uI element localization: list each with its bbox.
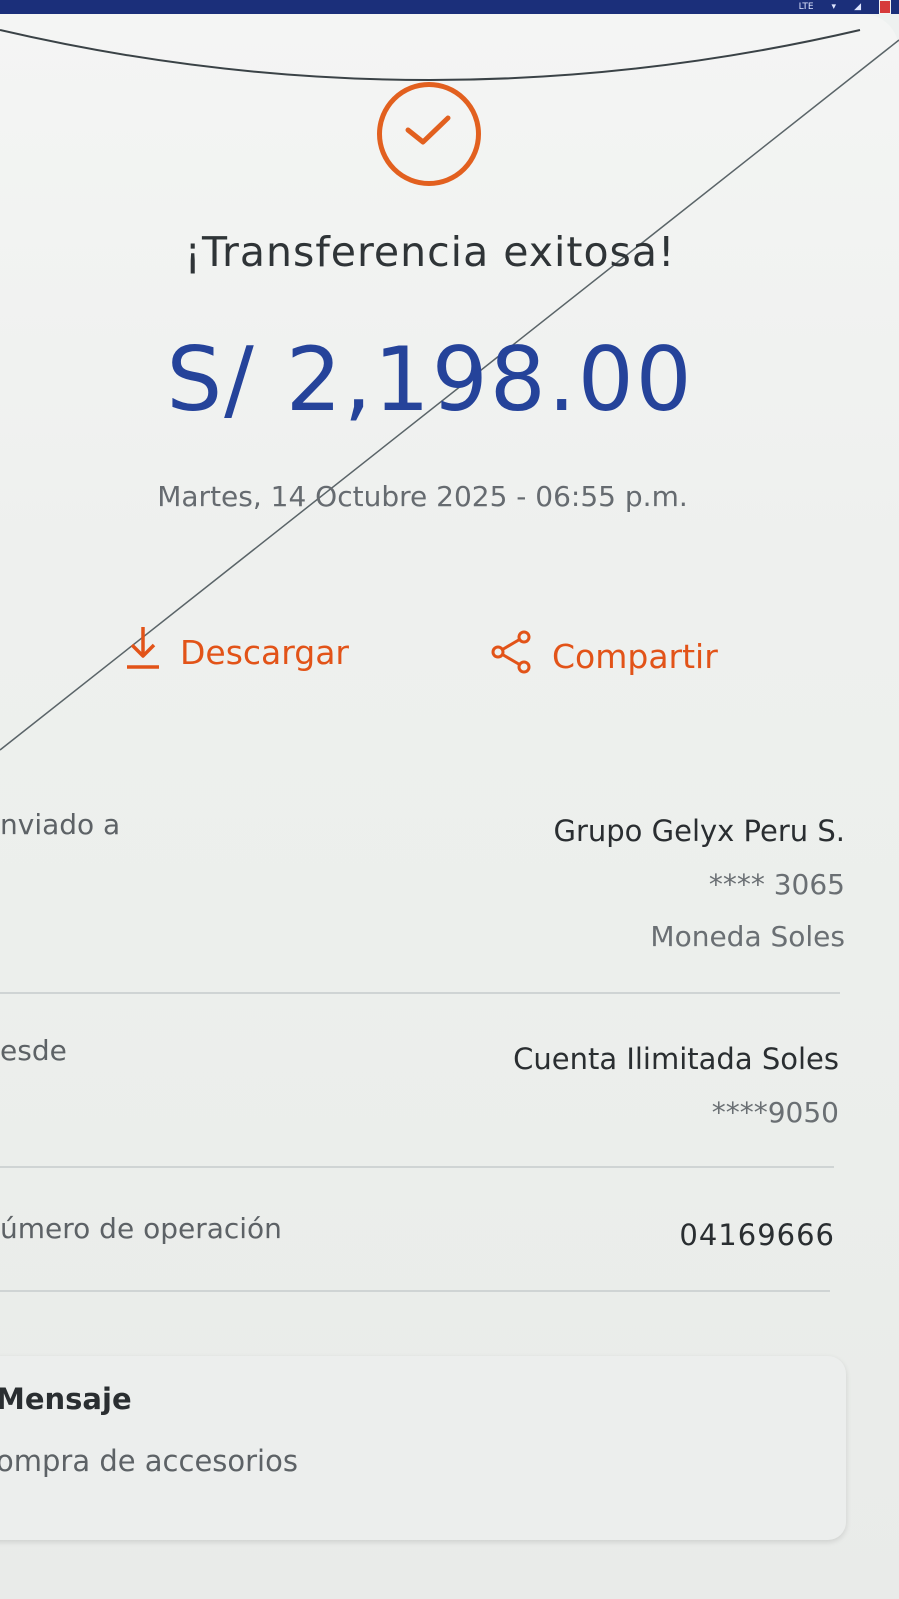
recipient-account: **** 3065 — [708, 868, 845, 901]
message-title: Mensaje — [0, 1382, 132, 1416]
download-button[interactable]: Descargar — [124, 625, 349, 679]
divider — [0, 992, 840, 994]
share-label: Compartir — [552, 636, 718, 676]
source-account-name: Cuenta Ilimitada Soles — [513, 1042, 839, 1076]
wifi-icon: ▾ — [831, 2, 837, 12]
operation-number: 04169666 — [679, 1218, 835, 1252]
detail-row-sent-to: nviado a Grupo Gelyx Peru S. **** 3065 M… — [0, 808, 845, 958]
transfer-datetime: Martes, 14 Octubre 2025 - 06:55 p.m. — [157, 480, 688, 513]
action-bar: Descargar Compartir — [0, 625, 899, 685]
operation-label: úmero de operación — [0, 1212, 282, 1245]
signal-icon: ◢ — [854, 2, 861, 12]
detail-row-from: esde Cuenta Ilimitada Soles ****9050 — [0, 1034, 845, 1134]
network-label: LTE — [798, 2, 814, 12]
screen: LTE ▾ ◢ ¡Transferencia exitosa! S/ 2,198… — [0, 0, 899, 1599]
from-label: esde — [0, 1034, 67, 1067]
divider — [0, 1166, 834, 1168]
message-box: Mensaje ompra de accesorios — [0, 1356, 846, 1540]
share-icon — [490, 629, 534, 683]
download-label: Descargar — [180, 632, 349, 672]
divider — [0, 1290, 830, 1292]
check-circle-icon — [377, 82, 481, 186]
source-account-number: ****9050 — [711, 1096, 839, 1129]
success-title: ¡Transferencia exitosa! — [184, 228, 676, 276]
status-bar: LTE ▾ ◢ — [0, 0, 899, 14]
status-icons: LTE ▾ ◢ — [799, 0, 891, 14]
sent-to-label: nviado a — [0, 808, 121, 841]
recipient-currency: Moneda Soles — [650, 920, 845, 953]
share-button[interactable]: Compartir — [490, 629, 718, 683]
transfer-amount: S/ 2,198.00 — [166, 328, 694, 431]
message-text: ompra de accesorios — [0, 1444, 298, 1478]
detail-row-operation: úmero de operación 04169666 — [0, 1212, 845, 1262]
battery-icon — [879, 0, 891, 14]
download-icon — [124, 625, 162, 679]
recipient-name: Grupo Gelyx Peru S. — [553, 814, 845, 848]
